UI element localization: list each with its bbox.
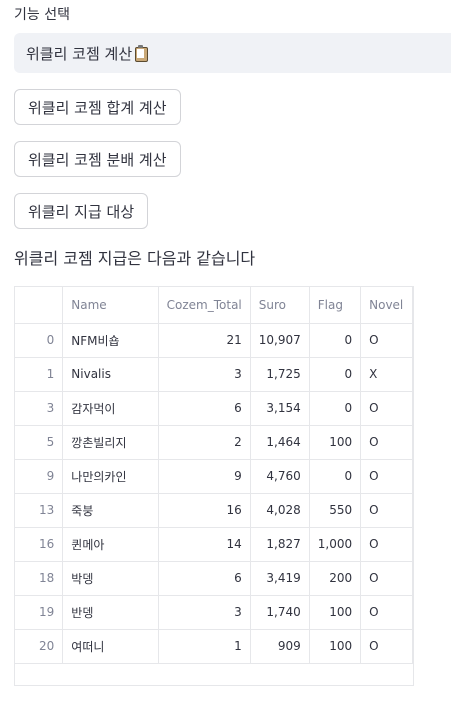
function-select[interactable]: 위클리 코젬 계산 — [14, 33, 451, 73]
name-cell[interactable]: 여떠니 — [62, 629, 159, 664]
column-header-novel[interactable]: Novel — [360, 287, 413, 324]
row-index-cell[interactable]: 5 — [15, 425, 64, 460]
cozem-total-cell[interactable]: 3 — [158, 357, 251, 392]
flag-cell[interactable]: 1,000 — [309, 527, 362, 562]
novel-cell[interactable]: O — [360, 459, 413, 494]
function-select-label: 기능 선택 — [14, 7, 70, 23]
table-row: 1 Nivalis 3 1,725 0 X — [15, 357, 413, 392]
table-row: 5 깡촌빌리지 2 1,464 100 O — [15, 425, 413, 460]
row-index-cell[interactable]: 3 — [15, 391, 64, 426]
row-index-cell[interactable]: 0 — [15, 323, 64, 358]
column-header-index[interactable] — [15, 287, 64, 324]
row-index-cell[interactable]: 20 — [15, 629, 64, 664]
result-caption: 위클리 코젬 지급은 다음과 같습니다 — [14, 249, 256, 268]
name-cell[interactable]: 반뎅 — [62, 595, 159, 630]
cozem-total-cell[interactable]: 2 — [158, 425, 251, 460]
flag-cell[interactable]: 0 — [309, 391, 362, 426]
flag-cell[interactable]: 100 — [309, 629, 362, 664]
table-row: 20 여떠니 1 909 100 O — [15, 629, 413, 664]
flag-cell[interactable]: 550 — [309, 493, 362, 528]
column-header-cozem-total[interactable]: Cozem_Total — [158, 287, 251, 324]
flag-cell[interactable]: 0 — [309, 323, 362, 358]
suro-cell[interactable]: 1,827 — [250, 527, 310, 562]
suro-cell[interactable]: 909 — [250, 629, 310, 664]
weekly-cozem-total-button[interactable]: 위클리 코젬 합계 계산 — [14, 89, 181, 125]
novel-cell[interactable]: O — [360, 323, 413, 358]
novel-cell[interactable]: O — [360, 527, 413, 562]
function-select-value: 위클리 코젬 계산 — [26, 44, 133, 63]
name-cell[interactable]: 감자먹이 — [62, 391, 159, 426]
cozem-total-cell[interactable]: 6 — [158, 391, 251, 426]
flag-cell[interactable]: 0 — [309, 357, 362, 392]
suro-cell[interactable]: 4,760 — [250, 459, 310, 494]
table-row: 0 NFM비숍 21 10,907 0 O — [15, 323, 413, 358]
cozem-total-cell[interactable]: 14 — [158, 527, 251, 562]
novel-cell[interactable]: O — [360, 493, 413, 528]
table-row: 3 감자먹이 6 3,154 0 O — [15, 391, 413, 426]
name-cell[interactable]: NFM비숍 — [62, 323, 159, 358]
table-row: 18 박뎅 6 3,419 200 O — [15, 561, 413, 596]
suro-cell[interactable]: 3,419 — [250, 561, 310, 596]
clipboard-icon — [135, 45, 149, 62]
novel-cell[interactable]: O — [360, 595, 413, 630]
row-index-cell[interactable]: 1 — [15, 357, 64, 392]
table-row: 9 나만의카인 9 4,760 0 O — [15, 459, 413, 494]
name-cell[interactable]: 깡촌빌리지 — [62, 425, 159, 460]
cozem-total-cell[interactable]: 1 — [158, 629, 251, 664]
weekly-cozem-distribution-button[interactable]: 위클리 코젬 분배 계산 — [14, 141, 181, 177]
row-index-cell[interactable]: 18 — [15, 561, 64, 596]
suro-cell[interactable]: 10,907 — [250, 323, 310, 358]
name-cell[interactable]: 나만의카인 — [62, 459, 159, 494]
cozem-total-cell[interactable]: 21 — [158, 323, 251, 358]
novel-cell[interactable]: O — [360, 629, 413, 664]
table-row: 16 퀸메아 14 1,827 1,000 O — [15, 527, 413, 562]
table-row: 13 죽붕 16 4,028 550 O — [15, 493, 413, 528]
row-index-cell[interactable]: 16 — [15, 527, 64, 562]
suro-cell[interactable]: 1,725 — [250, 357, 310, 392]
novel-cell[interactable]: O — [360, 391, 413, 426]
cozem-total-cell[interactable]: 6 — [158, 561, 251, 596]
suro-cell[interactable]: 3,154 — [250, 391, 310, 426]
table-row: 19 반뎅 3 1,740 100 O — [15, 595, 413, 630]
weekly-payment-target-button[interactable]: 위클리 지급 대상 — [14, 193, 149, 229]
name-cell[interactable]: 퀸메아 — [62, 527, 159, 562]
suro-cell[interactable]: 1,464 — [250, 425, 310, 460]
flag-cell[interactable]: 100 — [309, 425, 362, 460]
suro-cell[interactable]: 4,028 — [250, 493, 310, 528]
result-table[interactable]: Name Cozem_Total Suro Flag Novel 0 NFM비숍 2… — [14, 286, 414, 686]
flag-cell[interactable]: 0 — [309, 459, 362, 494]
column-header-suro[interactable]: Suro — [250, 287, 310, 324]
suro-cell[interactable]: 1,740 — [250, 595, 310, 630]
row-index-cell[interactable]: 19 — [15, 595, 64, 630]
row-index-cell[interactable]: 9 — [15, 459, 64, 494]
column-header-flag[interactable]: Flag — [309, 287, 362, 324]
novel-cell[interactable]: O — [360, 425, 413, 460]
name-cell[interactable]: 박뎅 — [62, 561, 159, 596]
name-cell[interactable]: Nivalis — [62, 357, 159, 392]
row-index-cell[interactable]: 13 — [15, 493, 64, 528]
column-header-name[interactable]: Name — [62, 287, 159, 324]
cozem-total-cell[interactable]: 3 — [158, 595, 251, 630]
novel-cell[interactable]: X — [360, 357, 413, 392]
flag-cell[interactable]: 100 — [309, 595, 362, 630]
flag-cell[interactable]: 200 — [309, 561, 362, 596]
cozem-total-cell[interactable]: 9 — [158, 459, 251, 494]
novel-cell[interactable]: O — [360, 561, 413, 596]
table-header-row: Name Cozem_Total Suro Flag Novel — [15, 287, 413, 324]
cozem-total-cell[interactable]: 16 — [158, 493, 251, 528]
name-cell[interactable]: 죽붕 — [62, 493, 159, 528]
